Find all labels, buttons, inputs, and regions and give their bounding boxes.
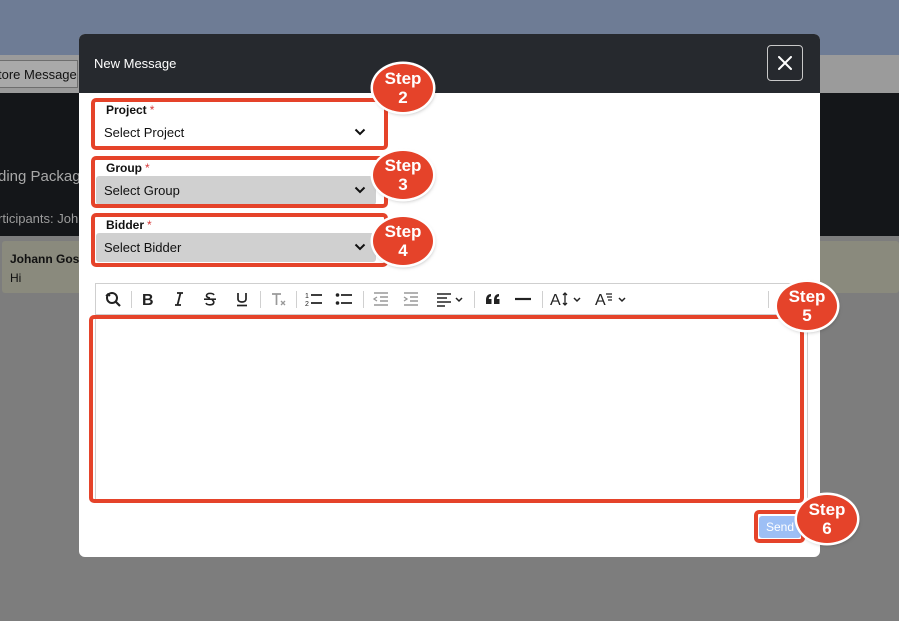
message-text: Hi — [10, 271, 22, 285]
message-author: Johann Gos — [10, 252, 80, 266]
toolbar-separator — [542, 291, 543, 308]
required-mark: * — [147, 218, 152, 232]
italic-button[interactable] — [169, 284, 189, 314]
toolbar-separator — [474, 291, 475, 308]
step-4-badge: Step 4 — [373, 217, 433, 265]
send-button[interactable]: Send — [759, 516, 801, 538]
chevron-down-icon — [354, 186, 366, 194]
bullet-list-icon — [335, 293, 352, 305]
outdent-icon — [372, 292, 388, 306]
toolbar-separator — [768, 291, 769, 308]
editor-toolbar: B 12 A A — [95, 283, 808, 315]
align-dropdown[interactable] — [432, 284, 468, 314]
step-3-badge: Step 3 — [373, 151, 433, 199]
underline-button[interactable] — [232, 284, 252, 314]
required-mark: * — [145, 161, 150, 175]
bidder-select[interactable]: Select Bidder — [96, 233, 376, 262]
toolbar-separator — [131, 291, 132, 308]
strikethrough-button[interactable] — [200, 284, 220, 314]
horizontal-rule-icon — [515, 297, 531, 301]
group-select[interactable]: Select Group — [96, 176, 376, 205]
project-label: Project * — [106, 103, 155, 117]
toolbar-separator — [363, 291, 364, 308]
blockquote-icon — [486, 294, 500, 304]
svg-text:A: A — [595, 292, 606, 308]
font-size-dropdown[interactable]: A — [549, 284, 585, 314]
step-5-badge: Step 5 — [777, 282, 837, 330]
bold-button[interactable]: B — [138, 284, 158, 314]
modal-title: New Message — [94, 56, 177, 71]
find-replace-icon — [105, 292, 121, 307]
bold-icon: B — [142, 292, 154, 307]
bullet-list-button[interactable] — [333, 284, 355, 314]
svg-text:2: 2 — [305, 301, 309, 307]
numbered-list-icon: 12 — [305, 293, 322, 307]
toolbar-separator — [260, 291, 261, 308]
blockquote-button[interactable] — [482, 284, 504, 314]
indent-button[interactable] — [400, 284, 422, 314]
bidder-label: Bidder * — [106, 218, 152, 232]
required-mark: * — [149, 103, 155, 117]
tab-store-message[interactable]: tore Message — [0, 60, 78, 88]
svg-text:1: 1 — [305, 293, 309, 300]
outdent-button[interactable] — [370, 284, 392, 314]
strikethrough-icon — [204, 292, 216, 306]
toolbar-separator — [296, 291, 297, 308]
modal-header: New Message — [79, 34, 820, 93]
package-title: ding Packag — [0, 168, 81, 185]
italic-icon — [175, 292, 183, 306]
underline-icon — [237, 293, 247, 307]
message-editor[interactable] — [95, 315, 808, 502]
find-replace-button[interactable] — [102, 284, 124, 314]
align-icon — [437, 293, 463, 307]
step-2-badge: Step 2 — [373, 64, 433, 112]
step-6-badge: Step 6 — [797, 495, 857, 543]
chevron-down-icon — [354, 243, 366, 251]
close-icon — [778, 56, 792, 70]
clear-format-button[interactable] — [267, 284, 289, 314]
svg-text:A: A — [550, 292, 561, 308]
font-size-icon: A — [550, 292, 581, 308]
svg-text:B: B — [142, 292, 154, 307]
group-select-value: Select Group — [104, 183, 180, 198]
font-family-dropdown[interactable]: A — [594, 284, 630, 314]
bidder-select-value: Select Bidder — [104, 240, 182, 255]
font-family-icon: A — [595, 292, 626, 308]
group-label: Group * — [106, 161, 150, 175]
horizontal-rule-button[interactable] — [512, 284, 534, 314]
close-button[interactable] — [767, 45, 803, 81]
chevron-down-icon — [354, 128, 366, 136]
project-select[interactable]: Select Project — [96, 118, 376, 147]
indent-icon — [403, 292, 418, 306]
participants-text: rticipants: Joh — [0, 211, 79, 226]
project-select-value: Select Project — [104, 125, 185, 140]
numbered-list-button[interactable]: 12 — [303, 284, 325, 314]
clear-format-icon — [272, 293, 286, 306]
